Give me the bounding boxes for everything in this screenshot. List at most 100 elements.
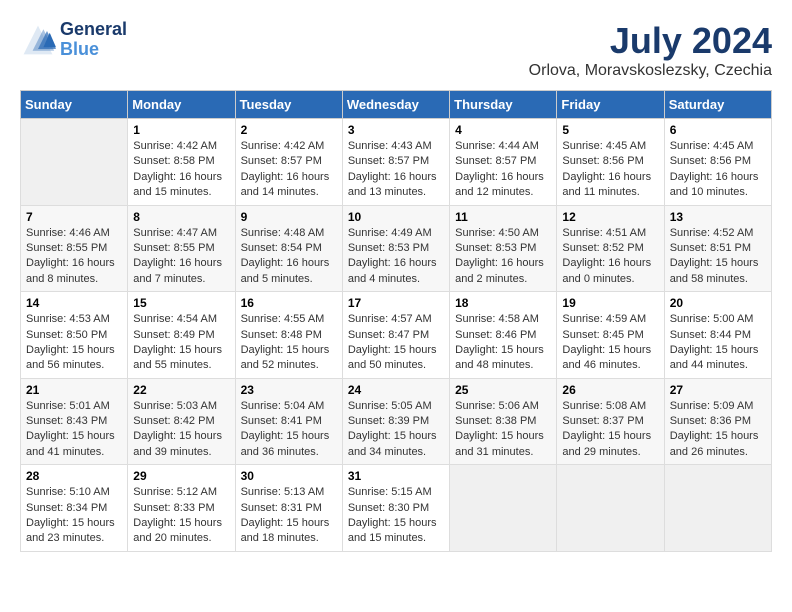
calendar-cell: 26 Sunrise: 5:08 AM Sunset: 8:37 PM Dayli…	[557, 378, 664, 465]
week-row-4: 28 Sunrise: 5:10 AM Sunset: 8:34 PM Dayli…	[21, 465, 772, 552]
logo-icon	[20, 22, 56, 58]
day-number: 11	[455, 210, 551, 224]
header-day-sunday: Sunday	[21, 91, 128, 119]
day-info: Sunrise: 5:00 AM Sunset: 8:44 PM Dayligh…	[670, 312, 766, 374]
day-info: Sunrise: 4:45 AM Sunset: 8:56 PM Dayligh…	[670, 139, 766, 201]
day-info: Sunrise: 5:04 AM Sunset: 8:41 PM Dayligh…	[241, 399, 337, 461]
calendar-table: SundayMondayTuesdayWednesdayThursdayFrid…	[20, 90, 772, 552]
calendar-cell	[664, 465, 771, 552]
day-number: 23	[241, 383, 337, 397]
calendar-cell	[450, 465, 557, 552]
day-info: Sunrise: 4:47 AM Sunset: 8:55 PM Dayligh…	[133, 226, 229, 288]
day-info: Sunrise: 5:05 AM Sunset: 8:39 PM Dayligh…	[348, 399, 444, 461]
header-day-monday: Monday	[128, 91, 235, 119]
day-info: Sunrise: 4:54 AM Sunset: 8:49 PM Dayligh…	[133, 312, 229, 374]
calendar-cell: 6 Sunrise: 4:45 AM Sunset: 8:56 PM Daylig…	[664, 119, 771, 206]
week-row-1: 7 Sunrise: 4:46 AM Sunset: 8:55 PM Daylig…	[21, 205, 772, 292]
day-number: 3	[348, 123, 444, 137]
day-number: 28	[26, 469, 122, 483]
calendar-cell: 1 Sunrise: 4:42 AM Sunset: 8:58 PM Daylig…	[128, 119, 235, 206]
logo-line2: Blue	[60, 40, 127, 60]
week-row-0: 1 Sunrise: 4:42 AM Sunset: 8:58 PM Daylig…	[21, 119, 772, 206]
logo-line1: General	[60, 20, 127, 40]
day-info: Sunrise: 4:42 AM Sunset: 8:58 PM Dayligh…	[133, 139, 229, 201]
day-number: 31	[348, 469, 444, 483]
day-info: Sunrise: 4:57 AM Sunset: 8:47 PM Dayligh…	[348, 312, 444, 374]
calendar-cell: 20 Sunrise: 5:00 AM Sunset: 8:44 PM Dayli…	[664, 292, 771, 379]
header-row: SundayMondayTuesdayWednesdayThursdayFrid…	[21, 91, 772, 119]
day-number: 12	[562, 210, 658, 224]
calendar-cell: 29Sunrise: 5:12 AM Sunset: 8:33 PM Dayli…	[128, 465, 235, 552]
calendar-cell: 11 Sunrise: 4:50 AM Sunset: 8:53 PM Dayli…	[450, 205, 557, 292]
header-day-tuesday: Tuesday	[235, 91, 342, 119]
calendar-cell	[557, 465, 664, 552]
day-number: 4	[455, 123, 551, 137]
calendar-cell	[21, 119, 128, 206]
day-number: 21	[26, 383, 122, 397]
day-info: Sunrise: 4:53 AM Sunset: 8:50 PM Dayligh…	[26, 312, 122, 374]
week-row-3: 21 Sunrise: 5:01 AM Sunset: 8:43 PM Dayli…	[21, 378, 772, 465]
day-number: 18	[455, 296, 551, 310]
day-info: Sunrise: 4:55 AM Sunset: 8:48 PM Dayligh…	[241, 312, 337, 374]
day-number: 5	[562, 123, 658, 137]
day-info: Sunrise: 5:09 AM Sunset: 8:36 PM Dayligh…	[670, 399, 766, 461]
day-number: 24	[348, 383, 444, 397]
calendar-cell: 2 Sunrise: 4:42 AM Sunset: 8:57 PM Daylig…	[235, 119, 342, 206]
day-number: 17	[348, 296, 444, 310]
day-info: Sunrise: 5:03 AM Sunset: 8:42 PM Dayligh…	[133, 399, 229, 461]
day-info: Sunrise: 5:01 AM Sunset: 8:43 PM Dayligh…	[26, 399, 122, 461]
logo: General Blue	[20, 20, 127, 60]
calendar-cell: 21 Sunrise: 5:01 AM Sunset: 8:43 PM Dayli…	[21, 378, 128, 465]
day-number: 26	[562, 383, 658, 397]
day-info: Sunrise: 5:06 AM Sunset: 8:38 PM Dayligh…	[455, 399, 551, 461]
calendar-body: 1 Sunrise: 4:42 AM Sunset: 8:58 PM Daylig…	[21, 119, 772, 552]
day-info: Sunrise: 5:13 AM Sunset: 8:31 PM Dayligh…	[241, 485, 337, 547]
calendar-cell: 16 Sunrise: 4:55 AM Sunset: 8:48 PM Dayli…	[235, 292, 342, 379]
day-number: 2	[241, 123, 337, 137]
page-header: General Blue July 2024 Orlova, Moravskos…	[20, 20, 772, 80]
day-info: Sunrise: 4:45 AM Sunset: 8:56 PM Dayligh…	[562, 139, 658, 201]
day-number: 30	[241, 469, 337, 483]
calendar-cell: 8Sunrise: 4:47 AM Sunset: 8:55 PM Daylig…	[128, 205, 235, 292]
day-number: 13	[670, 210, 766, 224]
day-number: 27	[670, 383, 766, 397]
day-number: 1	[133, 123, 229, 137]
calendar-cell: 13Sunrise: 4:52 AM Sunset: 8:51 PM Dayli…	[664, 205, 771, 292]
day-number: 20	[670, 296, 766, 310]
title-block: July 2024 Orlova, Moravskoslezsky, Czech…	[529, 20, 772, 80]
day-number: 9	[241, 210, 337, 224]
day-number: 22	[133, 383, 229, 397]
calendar-header: SundayMondayTuesdayWednesdayThursdayFrid…	[21, 91, 772, 119]
calendar-cell: 19Sunrise: 4:59 AM Sunset: 8:45 PM Dayli…	[557, 292, 664, 379]
calendar-cell: 24 Sunrise: 5:05 AM Sunset: 8:39 PM Dayli…	[342, 378, 449, 465]
day-info: Sunrise: 4:50 AM Sunset: 8:53 PM Dayligh…	[455, 226, 551, 288]
day-number: 7	[26, 210, 122, 224]
calendar-cell: 25 Sunrise: 5:06 AM Sunset: 8:38 PM Dayli…	[450, 378, 557, 465]
day-number: 29	[133, 469, 229, 483]
calendar-cell: 15 Sunrise: 4:54 AM Sunset: 8:49 PM Dayli…	[128, 292, 235, 379]
calendar-cell: 10Sunrise: 4:49 AM Sunset: 8:53 PM Dayli…	[342, 205, 449, 292]
day-number: 16	[241, 296, 337, 310]
calendar-cell: 17 Sunrise: 4:57 AM Sunset: 8:47 PM Dayli…	[342, 292, 449, 379]
day-info: Sunrise: 4:43 AM Sunset: 8:57 PM Dayligh…	[348, 139, 444, 201]
day-info: Sunrise: 5:10 AM Sunset: 8:34 PM Dayligh…	[26, 485, 122, 547]
header-day-thursday: Thursday	[450, 91, 557, 119]
day-info: Sunrise: 5:15 AM Sunset: 8:30 PM Dayligh…	[348, 485, 444, 547]
calendar-cell: 30 Sunrise: 5:13 AM Sunset: 8:31 PM Dayli…	[235, 465, 342, 552]
day-number: 25	[455, 383, 551, 397]
day-number: 14	[26, 296, 122, 310]
calendar-cell: 18 Sunrise: 4:58 AM Sunset: 8:46 PM Dayli…	[450, 292, 557, 379]
day-info: Sunrise: 4:59 AM Sunset: 8:45 PM Dayligh…	[562, 312, 658, 374]
day-number: 15	[133, 296, 229, 310]
logo-text: General Blue	[60, 20, 127, 60]
day-info: Sunrise: 4:42 AM Sunset: 8:57 PM Dayligh…	[241, 139, 337, 201]
calendar-cell: 14 Sunrise: 4:53 AM Sunset: 8:50 PM Dayli…	[21, 292, 128, 379]
day-info: Sunrise: 4:58 AM Sunset: 8:46 PM Dayligh…	[455, 312, 551, 374]
calendar-cell: 5 Sunrise: 4:45 AM Sunset: 8:56 PM Daylig…	[557, 119, 664, 206]
day-info: Sunrise: 5:08 AM Sunset: 8:37 PM Dayligh…	[562, 399, 658, 461]
header-day-saturday: Saturday	[664, 91, 771, 119]
calendar-cell: 22 Sunrise: 5:03 AM Sunset: 8:42 PM Dayli…	[128, 378, 235, 465]
day-info: Sunrise: 4:46 AM Sunset: 8:55 PM Dayligh…	[26, 226, 122, 288]
day-number: 6	[670, 123, 766, 137]
subtitle: Orlova, Moravskoslezsky, Czechia	[529, 62, 772, 80]
